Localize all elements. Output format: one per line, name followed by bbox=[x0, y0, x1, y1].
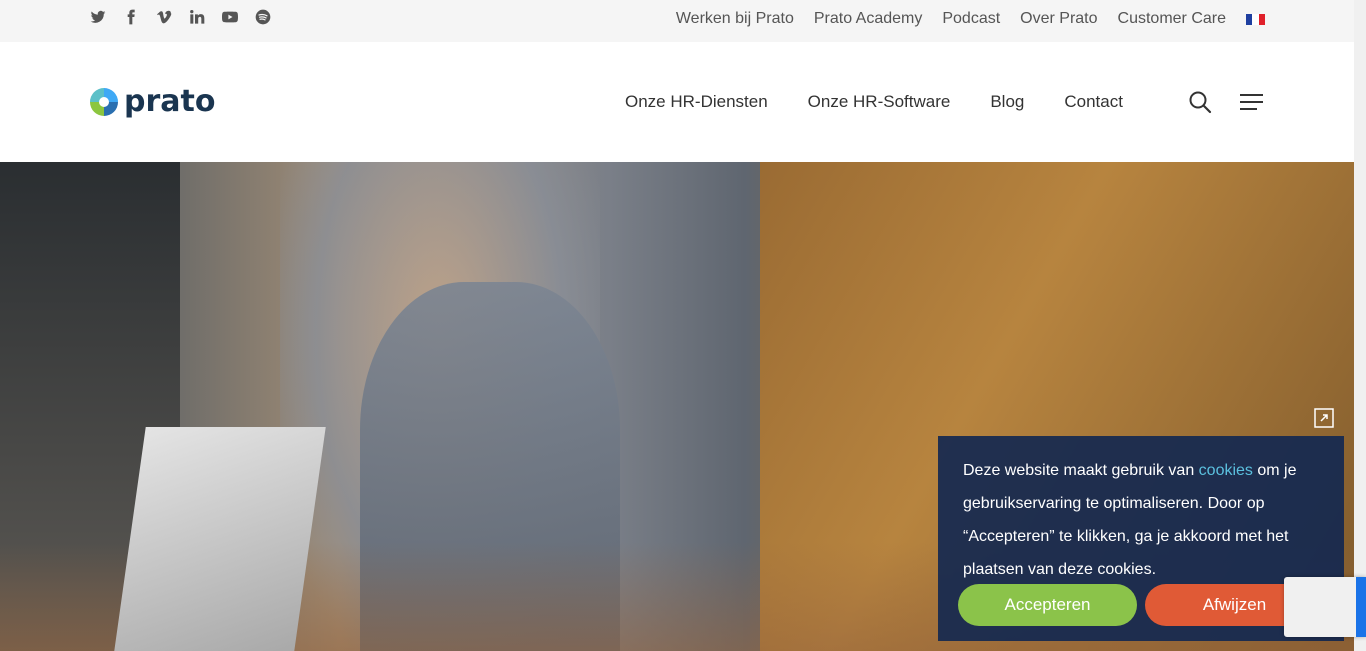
nav-onze-hr-diensten[interactable]: Onze HR-Diensten bbox=[625, 92, 768, 112]
nav-onze-hr-software[interactable]: Onze HR-Software bbox=[808, 92, 951, 112]
recaptcha-edge bbox=[1356, 577, 1366, 637]
toplink-customer-care[interactable]: Customer Care bbox=[1118, 10, 1226, 28]
cookie-message: Deze website maakt gebruik van cookies o… bbox=[963, 454, 1303, 586]
expand-icon[interactable] bbox=[1314, 408, 1334, 428]
scrollbar[interactable] bbox=[1354, 0, 1366, 651]
main-nav: Onze HR-Diensten Onze HR-Software Blog C… bbox=[625, 92, 1163, 112]
logo-mark-icon bbox=[90, 87, 118, 116]
logo[interactable]: prato bbox=[89, 84, 215, 119]
top-bar: Werken bij Prato Prato Academy Podcast O… bbox=[0, 0, 1354, 42]
toplink-over-prato[interactable]: Over Prato bbox=[1020, 10, 1097, 28]
toplink-prato-academy[interactable]: Prato Academy bbox=[814, 10, 923, 28]
cookies-link[interactable]: cookies bbox=[1199, 462, 1253, 479]
accept-button[interactable]: Accepteren bbox=[958, 584, 1137, 626]
search-icon[interactable] bbox=[1188, 90, 1212, 114]
social-links bbox=[90, 9, 288, 25]
cookie-text-before: Deze website maakt gebruik van bbox=[963, 462, 1199, 479]
toplink-werken-bij-prato[interactable]: Werken bij Prato bbox=[676, 10, 794, 28]
twitter-icon[interactable] bbox=[90, 9, 106, 25]
nav-blog[interactable]: Blog bbox=[990, 92, 1024, 112]
french-flag-icon[interactable] bbox=[1246, 13, 1265, 25]
youtube-icon[interactable] bbox=[222, 9, 238, 25]
recaptcha-badge[interactable] bbox=[1284, 577, 1366, 637]
logo-text: prato bbox=[124, 84, 216, 119]
nav-contact[interactable]: Contact bbox=[1064, 92, 1123, 112]
site-header: prato Onze HR-Diensten Onze HR-Software … bbox=[0, 42, 1354, 162]
toplink-podcast[interactable]: Podcast bbox=[942, 10, 1000, 28]
top-links: Werken bij Prato Prato Academy Podcast O… bbox=[656, 10, 1265, 28]
facebook-icon[interactable] bbox=[123, 9, 139, 25]
spotify-icon[interactable] bbox=[255, 9, 271, 25]
vimeo-icon[interactable] bbox=[156, 9, 172, 25]
cookie-text-after: om je gebruikservaring te optimaliseren.… bbox=[963, 462, 1297, 578]
hamburger-menu-icon[interactable] bbox=[1240, 93, 1263, 111]
linkedin-icon[interactable] bbox=[189, 9, 205, 25]
